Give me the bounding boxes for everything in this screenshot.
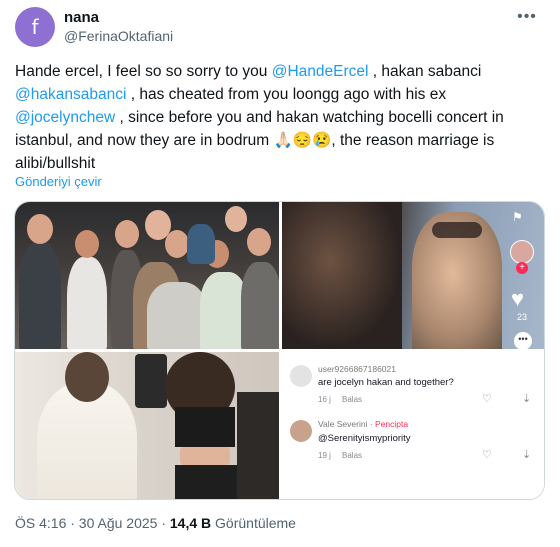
comment-avatar-1	[290, 365, 312, 387]
mention-link[interactable]: @hakansabanci	[15, 86, 126, 103]
more-dots-icon[interactable]: •••	[514, 332, 532, 349]
media-photo-group[interactable]	[15, 202, 279, 349]
creator-avatar[interactable]	[510, 240, 534, 264]
comment-dislike-icon-1[interactable]: ⇣	[522, 392, 531, 405]
comment-text-2: @Serenityismypriority	[318, 433, 411, 444]
comment-like-icon-1[interactable]: ♡	[482, 392, 492, 405]
comment-text-1: are jocelyn hakan and together?	[318, 377, 454, 388]
heart-icon[interactable]: ♥	[511, 286, 524, 312]
tweet-footer: ÖS 4:16 · 30 Ağu 2025 · 14,4 B Görüntüle…	[15, 515, 296, 531]
media-photo-tiktok[interactable]: ⚑ + ♥ 23 •••	[282, 202, 544, 349]
author-avatar[interactable]: f	[15, 7, 55, 47]
comment-user-1: user9266867186021	[318, 364, 396, 374]
comment-reply-2[interactable]: Balas	[342, 451, 362, 460]
comment-reply-1[interactable]: Balas	[342, 395, 362, 404]
media-comments-screenshot[interactable]: user9266867186021 are jocelyn hakan and …	[282, 352, 544, 499]
media-photo-selfie[interactable]	[15, 352, 279, 499]
tweet-text-segment: , hakan sabanci	[368, 63, 482, 80]
mention-link[interactable]: @jocelynchew	[15, 109, 115, 126]
tweet-text: Hande ercel, I feel so so sorry to you @…	[15, 60, 545, 175]
more-options-icon[interactable]: •••	[515, 8, 539, 32]
views-label: Görüntüleme	[211, 515, 296, 531]
creator-tag: Pencipta	[375, 419, 409, 429]
media-grid[interactable]: ⚑ + ♥ 23 ••• user9266867186021 are jocel…	[14, 201, 545, 500]
tweet-text-segment: , has cheated from you loongg ago with h…	[126, 86, 447, 103]
tweet-timestamp[interactable]: ÖS 4:16 · 30 Ağu 2025 ·	[15, 515, 170, 531]
comment-time-2: 19 j	[318, 451, 331, 460]
comment-time-1: 16 j	[318, 395, 331, 404]
comment-avatar-2	[290, 420, 312, 442]
comment-dislike-icon-2[interactable]: ⇣	[522, 448, 531, 461]
author-name[interactable]: nana	[64, 9, 99, 26]
comment-user-2: Vale Severini · Pencipta	[318, 419, 409, 429]
tweet-text-segment: Hande ercel, I feel so so sorry to you	[15, 63, 272, 80]
author-handle[interactable]: @FerinaOktafiani	[64, 28, 173, 44]
view-count: 14,4 B	[169, 515, 212, 531]
follow-plus-icon[interactable]: +	[516, 262, 528, 274]
translate-post-link[interactable]: Gönderiyi çevir	[15, 174, 102, 189]
mention-link[interactable]: @HandeErcel	[272, 63, 369, 80]
comment-like-icon-2[interactable]: ♡	[482, 448, 492, 461]
flag-icon[interactable]: ⚑	[512, 210, 523, 224]
like-count: 23	[517, 312, 528, 322]
